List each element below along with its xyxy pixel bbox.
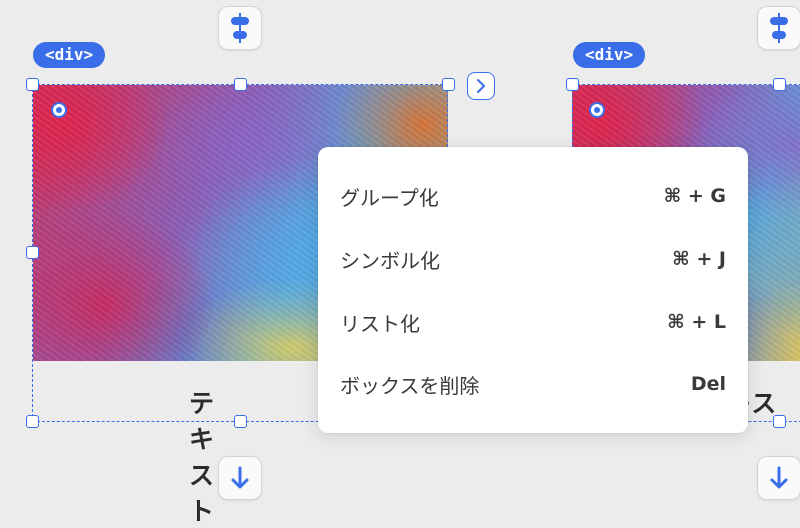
context-menu: グループ化 ⌘ + G シンボル化 ⌘ + J リスト化 ⌘ + L ボックスを… — [318, 147, 748, 433]
menu-item-list[interactable]: リスト化 ⌘ + L — [318, 291, 748, 353]
resize-handle-left[interactable] — [26, 246, 39, 259]
resize-handle-bottom-right-card[interactable] — [773, 415, 786, 428]
menu-item-symbol[interactable]: シンボル化 ⌘ + J — [318, 228, 748, 290]
align-vertical-center-icon — [770, 13, 788, 43]
chevron-right-icon — [477, 79, 485, 93]
menu-item-shortcut: Del — [690, 373, 726, 395]
menu-item-shortcut: ⌘ + G — [663, 185, 726, 207]
menu-item-label: シンボル化 — [340, 248, 440, 273]
element-type-tag-right: <div> — [573, 42, 646, 68]
resize-handle-bottom-left[interactable] — [26, 415, 39, 428]
align-center-button-right[interactable] — [757, 6, 800, 50]
menu-item-delete[interactable]: ボックスを削除 Del — [318, 353, 748, 415]
resize-handle-top-left-right[interactable] — [566, 78, 579, 91]
anchor-point-right[interactable] — [589, 102, 605, 118]
next-sibling-button[interactable] — [467, 72, 495, 100]
anchor-point[interactable] — [51, 102, 67, 118]
menu-item-label: リスト化 — [340, 311, 420, 336]
resize-handle-top[interactable] — [234, 78, 247, 91]
menu-item-shortcut: ⌘ + J — [672, 248, 726, 270]
resize-handle-bottom[interactable] — [234, 415, 247, 428]
menu-item-group[interactable]: グループ化 ⌘ + G — [318, 165, 748, 227]
element-type-tag: <div> — [33, 42, 106, 68]
resize-handle-top-right[interactable] — [442, 78, 455, 91]
menu-item-label: グループ化 — [340, 185, 439, 210]
arrow-down-icon — [770, 466, 788, 489]
move-down-button-right[interactable] — [757, 456, 800, 500]
menu-item-shortcut: ⌘ + L — [667, 311, 726, 333]
resize-handle-top-left[interactable] — [26, 78, 39, 91]
arrow-down-icon — [231, 466, 249, 489]
align-vertical-center-icon — [231, 13, 249, 43]
align-center-button[interactable] — [218, 6, 262, 50]
menu-item-label: ボックスを削除 — [340, 373, 480, 398]
move-down-button[interactable] — [218, 456, 262, 500]
resize-handle-top-right-card[interactable] — [773, 78, 786, 91]
